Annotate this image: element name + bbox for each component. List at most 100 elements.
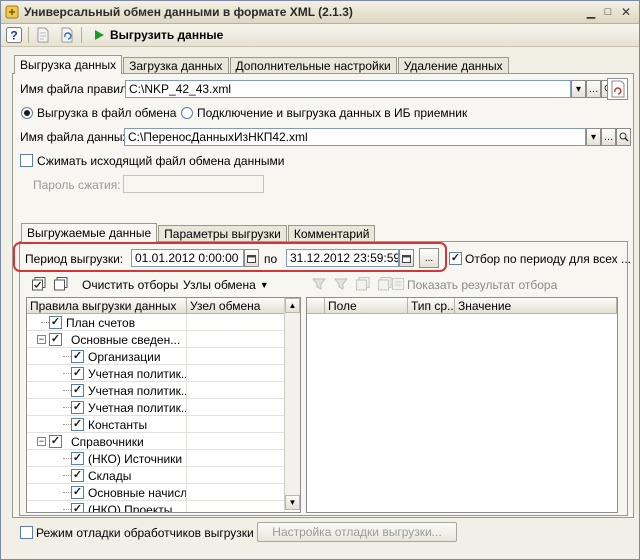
rules-grid: Правила выгрузки данных Узел обмена ✓ Пла… bbox=[26, 297, 301, 513]
rule-name-cell: ✓ Учетная политик... bbox=[27, 399, 187, 416]
rules-reload-icon[interactable] bbox=[607, 78, 628, 100]
rule-checkbox[interactable]: ✓ bbox=[71, 486, 84, 499]
rule-node-cell[interactable] bbox=[187, 467, 285, 484]
rule-node-cell[interactable] bbox=[187, 501, 285, 512]
edit-filter-icon[interactable] bbox=[333, 276, 349, 292]
column-header-value[interactable]: Значение bbox=[455, 298, 617, 314]
table-row[interactable]: ✓ (НКО) Источники bbox=[27, 450, 300, 467]
export-data-label: Выгрузить данные bbox=[110, 28, 224, 42]
maximize-icon[interactable]: □ bbox=[601, 6, 615, 18]
rule-checkbox[interactable]: ✓ bbox=[71, 384, 84, 397]
help-icon[interactable]: ? bbox=[5, 26, 23, 44]
tab-delete-data[interactable]: Удаление данных bbox=[397, 57, 509, 74]
rule-name-cell: − ✓ Основные сведен... bbox=[27, 331, 187, 348]
debug-settings-button[interactable]: Настройка отладки выгрузки... bbox=[257, 522, 457, 542]
tab-advanced-settings[interactable]: Дополнительные настройки bbox=[229, 57, 397, 74]
svg-text:?: ? bbox=[10, 29, 17, 43]
column-header-rules[interactable]: Правила выгрузки данных bbox=[27, 298, 187, 314]
radio-export-to-file[interactable] bbox=[21, 107, 33, 119]
exchange-nodes-menu[interactable]: Узлы обмена ▼ bbox=[183, 278, 269, 292]
check-all-icon[interactable] bbox=[31, 276, 47, 292]
table-row[interactable]: ✓ Организации bbox=[27, 348, 300, 365]
period-filter-checkbox[interactable]: ✓ bbox=[449, 252, 462, 265]
tab-import[interactable]: Загрузка данных bbox=[123, 57, 229, 74]
data-file-open-icon[interactable] bbox=[616, 128, 631, 146]
rule-checkbox[interactable]: ✓ bbox=[49, 435, 62, 448]
clear-filters-button[interactable]: Очистить отборы bbox=[82, 278, 178, 292]
table-row[interactable]: − ✓ Основные сведен... bbox=[27, 331, 300, 348]
rule-checkbox[interactable]: ✓ bbox=[71, 367, 84, 380]
rule-node-cell[interactable] bbox=[187, 314, 285, 331]
rule-node-cell[interactable] bbox=[187, 382, 285, 399]
table-row[interactable]: ✓ (НКО) Проекты bbox=[27, 501, 300, 512]
compress-password-input[interactable] bbox=[123, 175, 264, 193]
rule-label: Учетная политик... bbox=[88, 401, 187, 415]
close-icon[interactable]: ✕ bbox=[619, 5, 633, 19]
toolbar: ? Выгрузить данные bbox=[1, 24, 639, 47]
rules-scrollbar[interactable]: ▲ ▼ bbox=[284, 298, 300, 510]
rule-checkbox[interactable]: ✓ bbox=[71, 469, 84, 482]
radio-export-to-ib[interactable] bbox=[181, 107, 193, 119]
tab-comment-label: Комментарий bbox=[293, 227, 370, 241]
column-header-field[interactable]: Поле bbox=[325, 298, 408, 314]
rules-file-input[interactable]: C:\NKP_42_43.xml bbox=[125, 80, 571, 98]
data-file-select-button[interactable]: … bbox=[601, 128, 616, 146]
rule-checkbox[interactable]: ✓ bbox=[49, 316, 62, 329]
rule-node-cell[interactable] bbox=[187, 399, 285, 416]
rule-checkbox[interactable]: ✓ bbox=[71, 350, 84, 363]
rule-node-cell[interactable] bbox=[187, 331, 285, 348]
column-header-compare-type[interactable]: Тип ср... bbox=[408, 298, 455, 314]
export-data-button[interactable]: Выгрузить данные bbox=[93, 27, 223, 43]
table-row[interactable]: ✓ Склады bbox=[27, 467, 300, 484]
tree-expander-icon[interactable]: − bbox=[37, 437, 46, 446]
tree-expander-icon[interactable]: − bbox=[37, 335, 46, 344]
table-row[interactable]: − ✓ Справочники bbox=[27, 433, 300, 450]
table-row[interactable]: ✓ План счетов bbox=[27, 314, 300, 331]
rules-file-dropdown[interactable]: ▾ bbox=[571, 80, 586, 98]
debug-mode-checkbox[interactable] bbox=[20, 526, 33, 539]
rule-node-cell[interactable] bbox=[187, 416, 285, 433]
table-row[interactable]: ✓ Основные начисл... bbox=[27, 484, 300, 501]
minimize-icon[interactable]: ▁ bbox=[584, 6, 598, 19]
tab-exported-data[interactable]: Выгружаемые данные bbox=[21, 223, 158, 242]
rule-node-cell[interactable] bbox=[187, 348, 285, 365]
uncheck-all-icon[interactable] bbox=[53, 276, 69, 292]
table-row[interactable]: ✓ Учетная политик... bbox=[27, 382, 300, 399]
tab-export[interactable]: Выгрузка данных bbox=[14, 55, 123, 74]
rule-node-cell[interactable] bbox=[187, 450, 285, 467]
rule-node-cell[interactable] bbox=[187, 433, 285, 450]
add-filter-icon[interactable] bbox=[311, 276, 327, 292]
tab-export-params[interactable]: Параметры выгрузки bbox=[158, 225, 287, 242]
rule-label: Константы bbox=[88, 418, 148, 432]
show-filter-result-button[interactable]: Показать результат отбора bbox=[407, 278, 557, 292]
rule-checkbox[interactable]: ✓ bbox=[49, 333, 62, 346]
column-header-node[interactable]: Узел обмена bbox=[187, 298, 285, 314]
rule-checkbox[interactable]: ✓ bbox=[71, 452, 84, 465]
rule-checkbox[interactable]: ✓ bbox=[71, 401, 84, 414]
copy-filter-icon[interactable] bbox=[355, 276, 371, 292]
table-row[interactable]: ✓ Константы bbox=[27, 416, 300, 433]
rule-checkbox[interactable]: ✓ bbox=[71, 503, 84, 512]
export-to-file-label: Выгрузка в файл обмена bbox=[37, 106, 177, 120]
scroll-down-icon[interactable]: ▼ bbox=[285, 495, 300, 510]
table-row[interactable]: ✓ Учетная политик... bbox=[27, 365, 300, 382]
tab-export-label: Выгрузка данных bbox=[20, 58, 117, 72]
data-file-input[interactable]: C:\ПереносДанныхИзНКП42.xml bbox=[124, 128, 586, 146]
export-to-ib-label: Подключение и выгрузка данных в ИБ прием… bbox=[197, 106, 468, 120]
table-row[interactable]: ✓ Учетная политик... bbox=[27, 399, 300, 416]
toolbar-separator bbox=[81, 27, 82, 43]
tree-connector bbox=[63, 458, 71, 459]
scroll-up-icon[interactable]: ▲ bbox=[285, 298, 300, 313]
rule-node-cell[interactable] bbox=[187, 365, 285, 382]
refresh-icon[interactable] bbox=[58, 26, 76, 44]
rule-name-cell: ✓ (НКО) Источники bbox=[27, 450, 187, 467]
rule-checkbox[interactable]: ✓ bbox=[71, 418, 84, 431]
document-icon[interactable] bbox=[34, 26, 52, 44]
data-file-dropdown[interactable]: ▾ bbox=[586, 128, 601, 146]
main-tabs: Выгрузка данных Загрузка данных Дополнит… bbox=[14, 55, 510, 74]
tab-comment[interactable]: Комментарий bbox=[287, 225, 376, 242]
compress-checkbox[interactable] bbox=[20, 154, 33, 167]
tab-advanced-label: Дополнительные настройки bbox=[235, 59, 391, 73]
rule-node-cell[interactable] bbox=[187, 484, 285, 501]
rules-file-select-button[interactable]: … bbox=[586, 80, 601, 98]
